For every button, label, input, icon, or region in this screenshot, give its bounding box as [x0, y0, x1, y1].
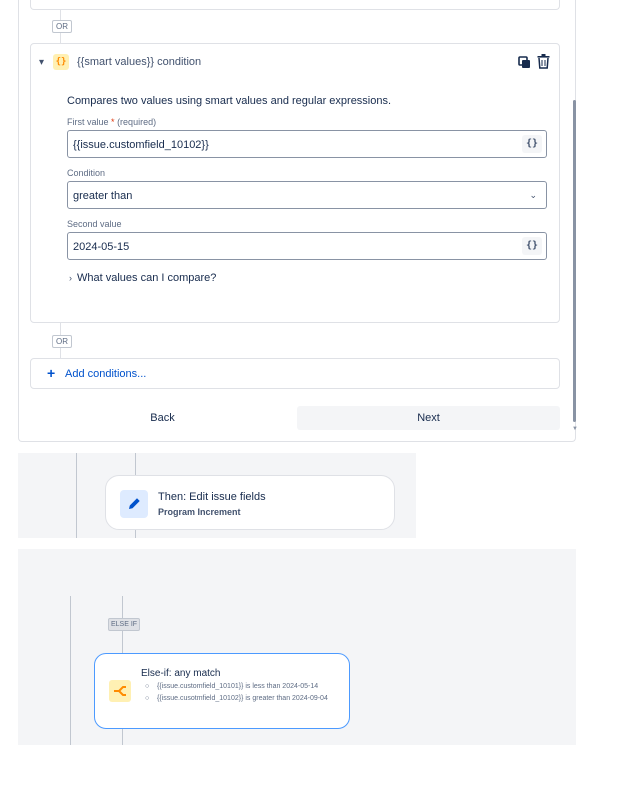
second-value-field[interactable]: 2024-05-15 {} — [67, 232, 547, 260]
scroll-down-arrow[interactable]: ▼ — [572, 426, 578, 432]
chevron-down-icon[interactable]: ⌄ — [529, 190, 537, 201]
smart-value-picker-button[interactable]: {} — [522, 237, 542, 255]
then-edit-issue-node[interactable]: Then: Edit issue fields Program Incremen… — [105, 475, 395, 530]
plus-icon: + — [47, 365, 56, 381]
list-item: {{issue.cusotmfield_10102}} is greater t… — [145, 694, 341, 704]
next-button[interactable]: Next — [297, 406, 560, 430]
else-if-badge: ELSE IF — [108, 618, 141, 631]
or-badge: OR — [52, 20, 72, 33]
smart-value-picker-button[interactable]: {} — [522, 135, 542, 153]
required-marker: * — [111, 117, 115, 127]
first-value-label: First value * (required) — [67, 117, 157, 127]
smart-values-condition-card: ▾ {} {{smart values}} condition Compares… — [30, 43, 560, 323]
list-item: {{issue.customfield_10101}} is less than… — [145, 682, 341, 692]
condition-selected-value[interactable]: greater than — [73, 190, 132, 202]
smart-values-icon: {} — [53, 54, 69, 70]
scrollbar[interactable] — [573, 100, 576, 422]
help-expander[interactable]: › What values can I compare? — [69, 272, 216, 284]
previous-condition-card — [30, 0, 560, 10]
trash-icon[interactable] — [537, 54, 550, 69]
condition-description: Compares two values using smart values a… — [67, 95, 392, 107]
first-value-text[interactable]: {{issue.customfield_10102}} — [73, 139, 209, 151]
condition-label: Condition — [67, 168, 106, 178]
or-badge: OR — [52, 335, 72, 348]
add-conditions-label[interactable]: Add conditions... — [65, 368, 146, 380]
condition-select[interactable]: greater than ⌄ — [67, 181, 547, 209]
second-value-text[interactable]: 2024-05-15 — [73, 241, 129, 253]
add-conditions-button[interactable]: + Add conditions... — [30, 358, 560, 389]
branch-icon — [109, 680, 131, 702]
else-if-node[interactable]: Else-if: any match {{issue.customfield_1… — [94, 653, 350, 729]
flow-line — [70, 596, 71, 745]
first-value-field[interactable]: {{issue.customfield_10102}} {} — [67, 130, 547, 158]
else-if-conditions: {{issue.customfield_10101}} is less than… — [145, 682, 341, 706]
else-if-title: Else-if: any match — [141, 668, 221, 679]
then-node-subtitle: Program Increment — [158, 507, 241, 517]
flow-line — [76, 453, 77, 538]
pencil-icon — [120, 490, 148, 518]
help-link-label[interactable]: What values can I compare? — [77, 272, 216, 284]
copy-icon[interactable] — [518, 56, 531, 69]
back-button[interactable]: Back — [30, 406, 295, 430]
chevron-down-icon[interactable]: ▾ — [39, 57, 44, 68]
condition-title[interactable]: {{smart values}} condition — [77, 56, 201, 68]
then-node-title: Then: Edit issue fields — [158, 491, 266, 503]
second-value-label: Second value — [67, 219, 122, 229]
flow-line — [122, 729, 123, 745]
chevron-right-icon: › — [69, 273, 72, 283]
